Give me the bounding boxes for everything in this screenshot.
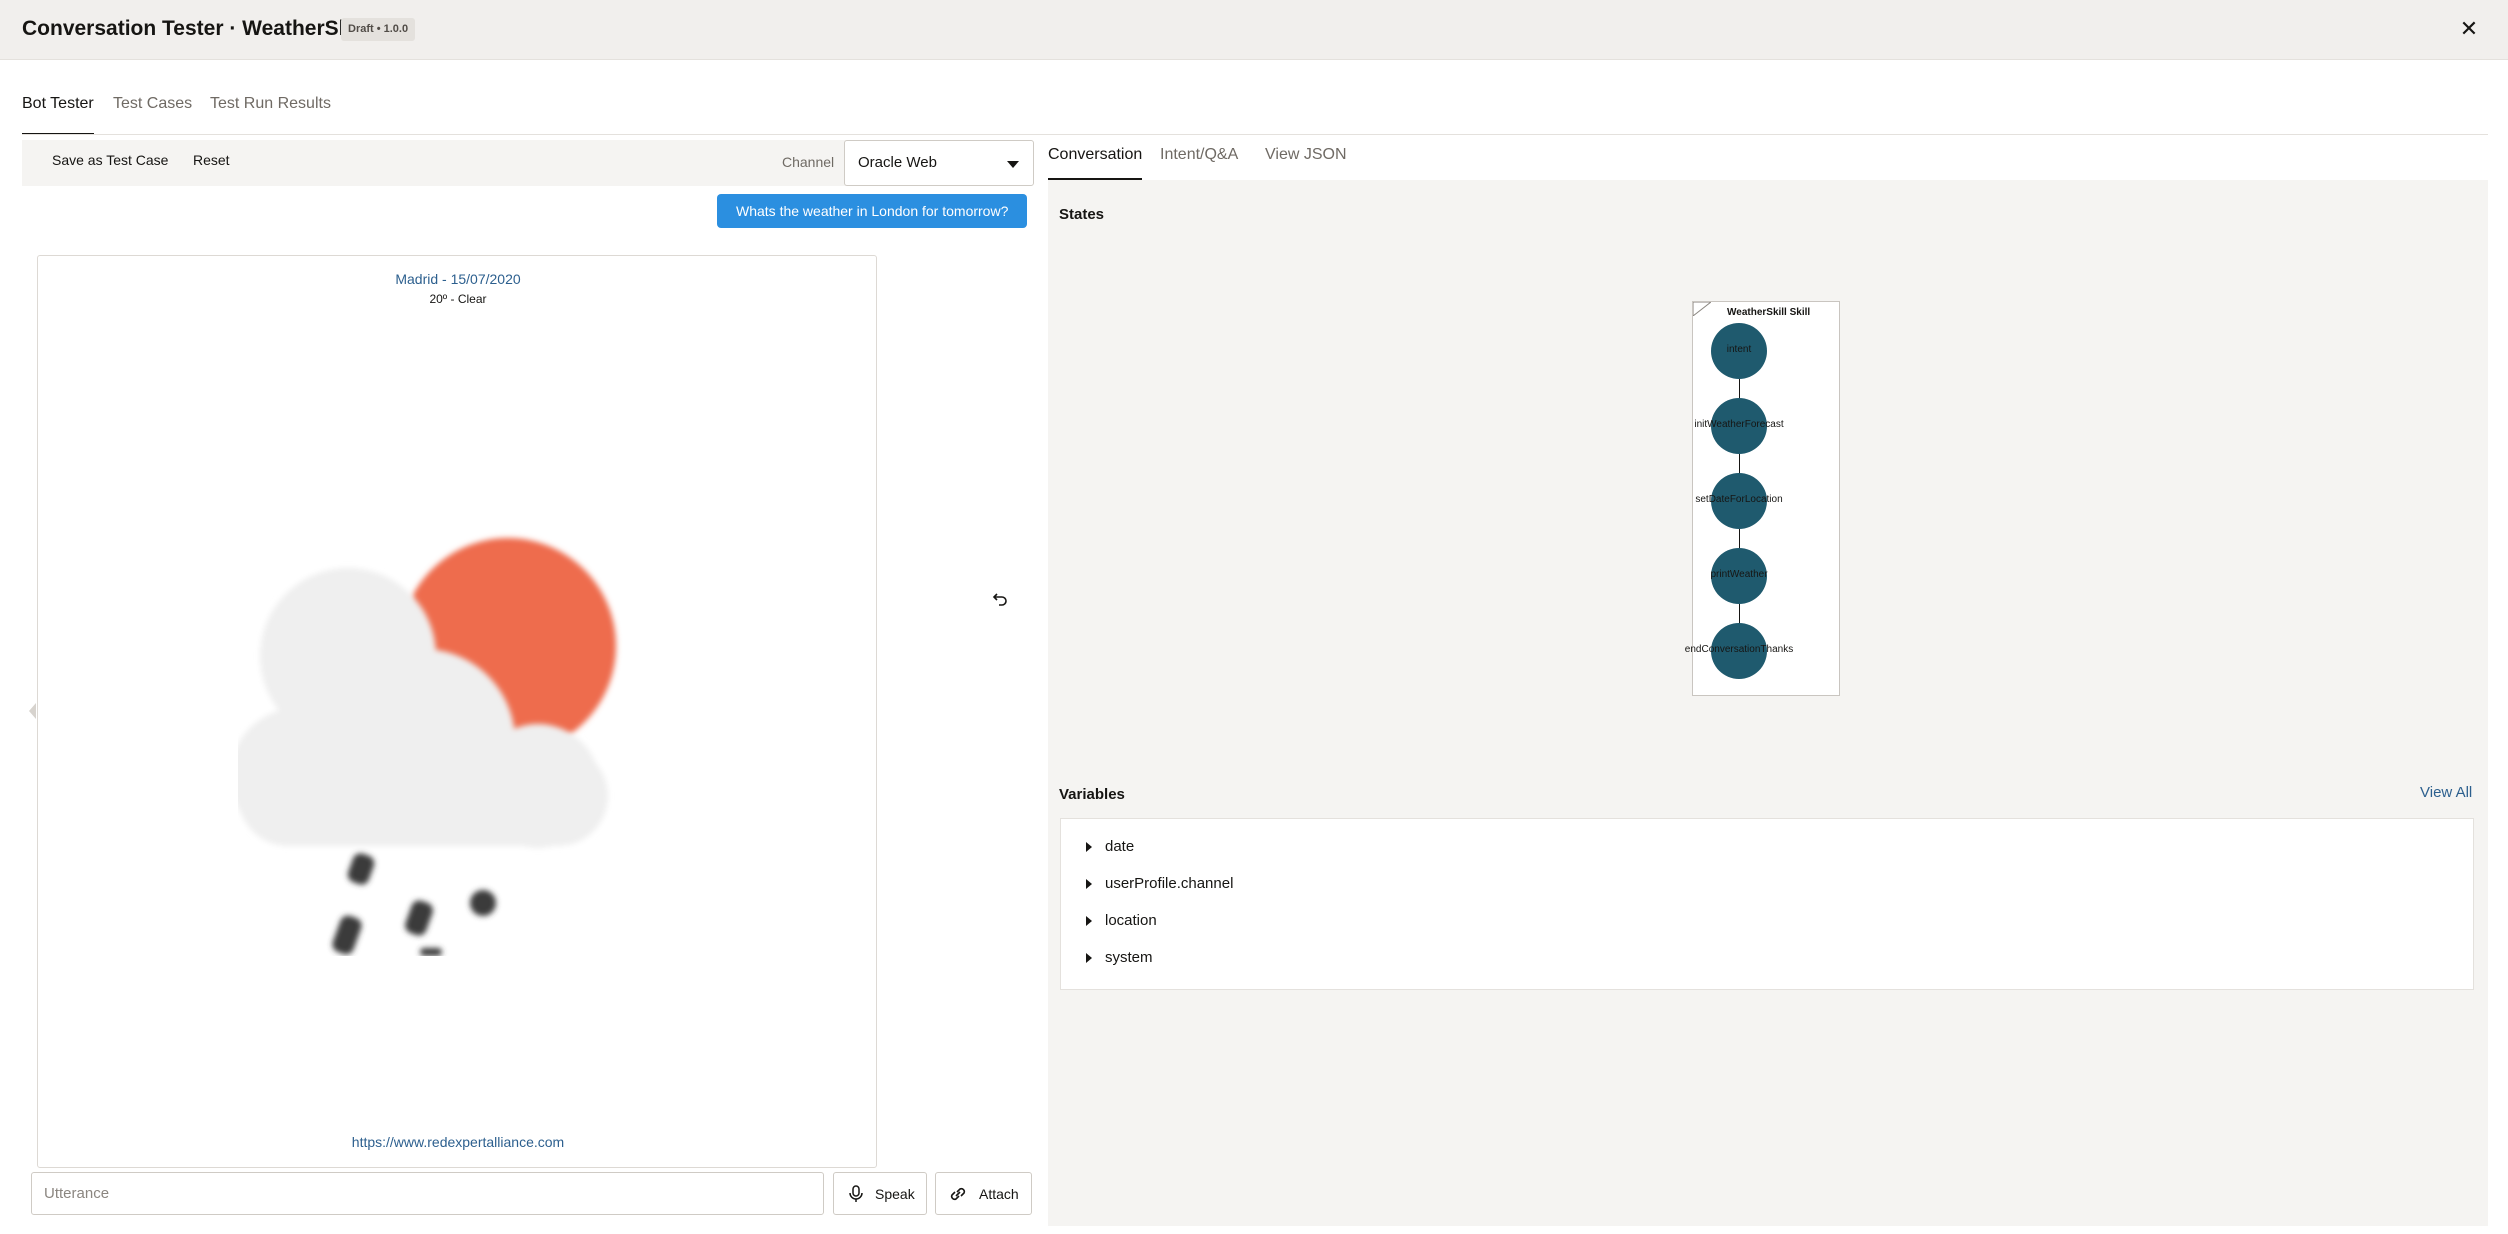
variable-name: userProfile.channel	[1105, 875, 1234, 892]
bubble-tail	[1012, 204, 1020, 218]
close-icon[interactable]: ✕	[2454, 14, 2484, 44]
state-node[interactable]: printWeather	[1710, 548, 1768, 604]
conversation-tabs: Conversation Intent/Q&A View JSON	[1048, 140, 2488, 180]
card-title[interactable]: Madrid - 15/07/2020	[38, 271, 878, 287]
dialog-title: Conversation Tester · WeatherSkill	[22, 17, 368, 40]
speak-button[interactable]: Speak	[833, 1172, 927, 1215]
channel-select[interactable]: Oracle Web	[844, 140, 1034, 186]
utterance-bar: Speak Attach	[22, 1168, 1032, 1226]
state-node[interactable]: intent	[1711, 323, 1767, 379]
chevron-right-icon	[1086, 879, 1092, 889]
attach-label: Attach	[979, 1186, 1019, 1202]
save-as-test-case-button[interactable]: Save as Test Case	[52, 152, 168, 168]
weather-cloud-sun-rain-icon	[238, 538, 616, 956]
state-node[interactable]: initWeatherForecast	[1694, 398, 1784, 454]
variable-name: location	[1105, 912, 1157, 929]
graph-label: WeatherSkill Skill	[1727, 307, 1811, 318]
reset-button[interactable]: Reset	[193, 152, 230, 168]
tab-bot-tester[interactable]: Bot Tester	[22, 95, 94, 135]
state-node[interactable]: setDateForLocation	[1695, 473, 1783, 529]
tabs-divider	[22, 134, 2488, 135]
carousel-prev-icon[interactable]	[29, 703, 36, 719]
tester-toolbar: Save as Test Case Reset Channel Oracle W…	[22, 140, 1034, 186]
state-node-label: intent	[1726, 344, 1752, 355]
dialog-header: Conversation Tester · WeatherSkill Draft…	[0, 0, 2508, 60]
chat-transcript[interactable]: Whats the weather in London for tomorrow…	[22, 186, 1032, 1168]
variable-name: date	[1105, 838, 1135, 855]
tab-intent-qa[interactable]: Intent/Q&A	[1160, 146, 1238, 180]
channel-value: Oracle Web	[858, 154, 937, 171]
graph-corner-icon	[1693, 302, 1711, 316]
card-link[interactable]: https://www.redexpertalliance.com	[38, 1134, 878, 1150]
state-node[interactable]: endConversationThanks	[1685, 623, 1793, 679]
tab-test-cases[interactable]: Test Cases	[113, 95, 192, 135]
tab-conversation[interactable]: Conversation	[1048, 146, 1143, 180]
variable-name: system	[1105, 949, 1153, 966]
card-subtitle: 20º - Clear	[429, 292, 487, 306]
state-node-label: printWeather	[1710, 569, 1768, 580]
states-heading: States	[1059, 206, 1105, 223]
state-node-label: endConversationThanks	[1684, 644, 1794, 655]
chevron-right-icon	[1086, 916, 1092, 926]
microphone-icon	[849, 1185, 863, 1202]
chevron-right-icon	[1086, 842, 1092, 852]
chevron-right-icon	[1086, 953, 1092, 963]
user-message-bubble: Whats the weather in London for tomorrow…	[717, 194, 1028, 228]
state-node-label: setDateForLocation	[1695, 494, 1783, 505]
attach-button[interactable]: Attach	[935, 1172, 1032, 1215]
conversation-panel: States WeatherSkill Skill intent initWea…	[1048, 180, 2488, 1226]
reply-icon[interactable]	[990, 588, 1010, 608]
state-edge	[1739, 604, 1740, 624]
weather-card: Madrid - 15/07/2020 20º - Clear https://…	[37, 255, 877, 1168]
link-icon	[950, 1187, 966, 1201]
state-edge	[1739, 379, 1740, 399]
variables-list: date userProfile.channel location system	[1060, 818, 2474, 990]
tab-view-json[interactable]: View JSON	[1265, 146, 1347, 180]
state-edge	[1739, 454, 1740, 474]
tab-test-run-results[interactable]: Test Run Results	[210, 95, 331, 135]
chevron-down-icon	[1007, 161, 1019, 168]
channel-label: Channel	[782, 154, 835, 170]
states-graph[interactable]: WeatherSkill Skill intent initWeatherFor…	[1685, 301, 1840, 696]
state-edge	[1739, 529, 1740, 549]
state-node-label: initWeatherForecast	[1694, 419, 1784, 430]
speak-label: Speak	[875, 1186, 915, 1202]
view-all-link[interactable]: View All	[2420, 784, 2472, 801]
status-badge: Draft • 1.0.0	[341, 18, 416, 41]
utterance-input[interactable]	[31, 1172, 824, 1215]
variables-heading: Variables	[1059, 786, 1125, 803]
